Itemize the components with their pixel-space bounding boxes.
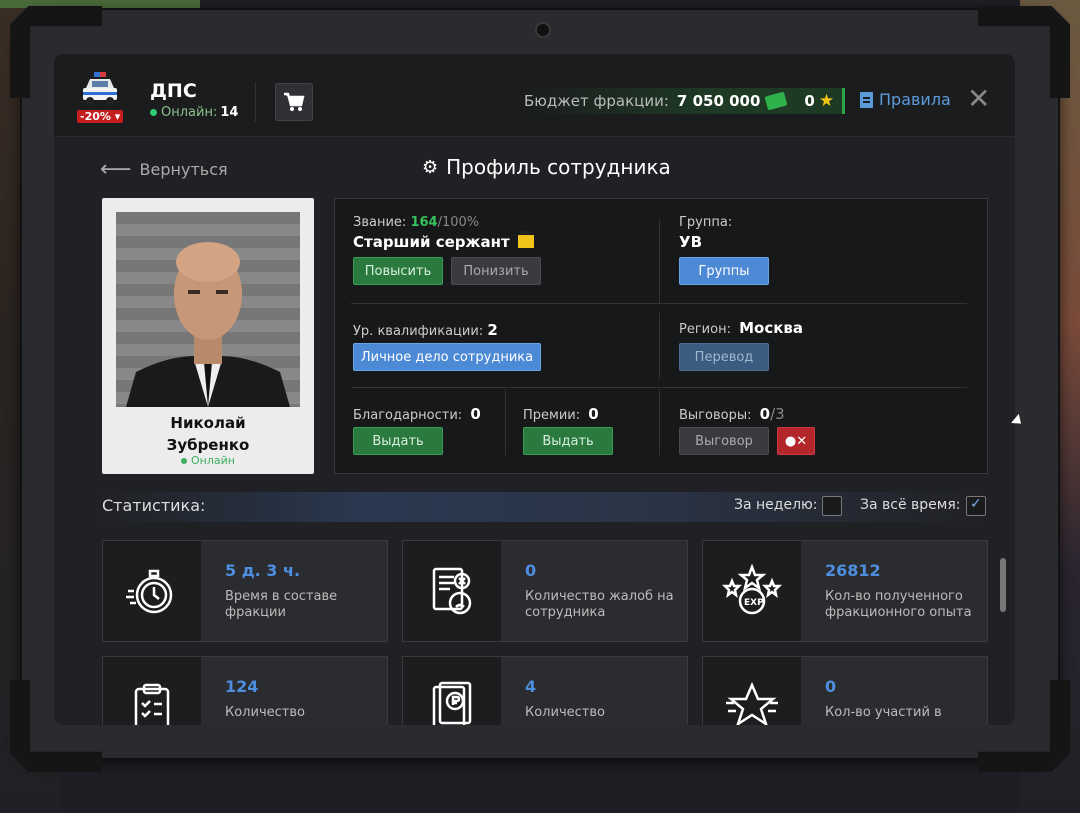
svg-text:EXP: EXP xyxy=(744,598,764,608)
close-button[interactable]: ✕ xyxy=(967,85,990,113)
exp-stars-icon: EXP xyxy=(721,563,783,615)
divider xyxy=(255,82,256,122)
rank-label: Звание: 164/100% xyxy=(353,215,480,230)
back-button[interactable]: ⟵ Вернуться xyxy=(100,156,228,182)
divider xyxy=(351,303,967,304)
stat-description: Количество жалоб на сотрудника xyxy=(525,589,674,620)
scrollbar-thumb[interactable] xyxy=(1000,558,1006,612)
online-dot-icon xyxy=(181,458,188,464)
clipboard-icon xyxy=(134,683,170,725)
stat-card-tasks: 124 Количество xyxy=(102,656,388,725)
divider xyxy=(659,313,660,379)
groups-button[interactable]: Группы xyxy=(679,257,769,285)
stat-value: 0 xyxy=(525,561,537,580)
stat-description: Кол-во участий в xyxy=(825,705,942,720)
divider xyxy=(659,219,660,303)
stat-card-events: 0 Кол-во участий в xyxy=(702,656,988,725)
star-icon xyxy=(726,681,778,725)
faction-budget: Бюджет фракции: 7 050 000 0 ★ xyxy=(522,88,845,114)
transfer-button[interactable]: Перевод xyxy=(679,343,769,371)
tablet-frame: -20% ▾ ДПС Онлайн: 14 Бюджет фракции: 7 0… xyxy=(10,6,1070,772)
group-label: Группа: xyxy=(679,215,733,230)
employee-info-panel: Звание: 164/100% Старший сержант Повысит… xyxy=(334,198,988,474)
stat-description: Кол-во полученного фракционного опыта xyxy=(825,589,972,620)
police-car-icon xyxy=(83,72,117,105)
faction-title: ДПС xyxy=(150,80,197,102)
stat-value: 124 xyxy=(225,677,259,696)
employee-status: Онлайн xyxy=(102,454,314,467)
cart-icon xyxy=(284,92,305,111)
stat-description: Время в составе фракции xyxy=(225,589,338,620)
stat-card-experience: EXP 26812 Кол-во полученного фракционног… xyxy=(702,540,988,642)
employee-photo xyxy=(116,212,300,407)
bonus-label: Премии: 0 xyxy=(523,405,599,423)
stat-card-time: 5 д. 3 ч. Время в составе фракции xyxy=(102,540,388,642)
online-counter: Онлайн: 14 xyxy=(150,105,238,120)
stat-value: 26812 xyxy=(825,561,881,580)
promote-button[interactable]: Повысить xyxy=(353,257,443,285)
reprimand-label: Выговоры: 0/3 xyxy=(679,405,785,423)
stat-value: 4 xyxy=(525,677,537,696)
clipboard-icon xyxy=(860,91,873,108)
shop-button[interactable] xyxy=(275,83,313,121)
week-filter-label: За неделю: xyxy=(734,497,818,513)
divider xyxy=(659,389,660,455)
personal-file-button[interactable]: Личное дело сотрудника xyxy=(353,343,541,371)
cash-icon xyxy=(764,91,788,111)
week-filter-checkbox[interactable] xyxy=(822,496,842,516)
online-dot-icon xyxy=(150,109,157,116)
all-time-filter-label: За всё время: xyxy=(860,497,961,513)
reprimand-button[interactable]: Выговор xyxy=(679,427,769,455)
header: -20% ▾ ДПС Онлайн: 14 Бюджет фракции: 7 0… xyxy=(54,54,1015,137)
rank-badge-icon xyxy=(517,231,534,248)
give-thanks-button[interactable]: Выдать xyxy=(353,427,443,455)
region-label: Регион: Москва xyxy=(679,319,804,337)
rules-link[interactable]: Правила xyxy=(860,90,951,109)
stopwatch-icon xyxy=(126,569,173,614)
employee-name: Николай Зубренко xyxy=(166,414,250,454)
give-bonus-button[interactable]: Выдать xyxy=(523,427,613,455)
remove-reprimand-button[interactable]: ●✕ xyxy=(777,427,815,455)
camera-icon xyxy=(535,22,551,38)
divider xyxy=(505,389,506,455)
stat-card-payments: 4 Количество xyxy=(402,656,688,725)
star-icon: ★ xyxy=(818,91,835,111)
employee-photo-card: Николай Зубренко Онлайн xyxy=(102,198,314,474)
stat-card-complaints: 0 Количество жалоб на сотрудника xyxy=(402,540,688,642)
thanks-label: Благодарности: 0 xyxy=(353,405,481,423)
gear-icon: ⚙ xyxy=(422,156,439,178)
arrow-left-icon: ⟵ xyxy=(100,156,132,182)
demote-button[interactable]: Понизить xyxy=(451,257,541,285)
complaint-icon xyxy=(432,567,472,615)
discount-badge: -20% ▾ xyxy=(77,110,124,123)
group-value: УВ xyxy=(679,233,702,251)
stats-title: Статистика: xyxy=(102,496,206,515)
page-title: ⚙ Профиль сотрудника xyxy=(422,155,671,179)
rank-name: Старший сержант xyxy=(353,231,534,251)
ruble-doc-icon xyxy=(432,681,472,725)
qualification-label: Ур. квалификации: 2 xyxy=(353,321,498,339)
stat-value: 0 xyxy=(825,677,837,696)
divider xyxy=(351,387,967,388)
stat-description: Количество xyxy=(525,705,605,720)
tablet-screen: -20% ▾ ДПС Онлайн: 14 Бюджет фракции: 7 0… xyxy=(54,54,1015,725)
stat-value: 5 д. 3 ч. xyxy=(225,561,301,580)
stat-description: Количество xyxy=(225,705,305,720)
all-time-filter-checkbox[interactable] xyxy=(966,496,986,516)
person-portrait xyxy=(126,242,290,407)
stats-header: Статистика: За неделю: За всё время: xyxy=(100,492,988,522)
user-remove-icon: ●✕ xyxy=(784,433,808,449)
